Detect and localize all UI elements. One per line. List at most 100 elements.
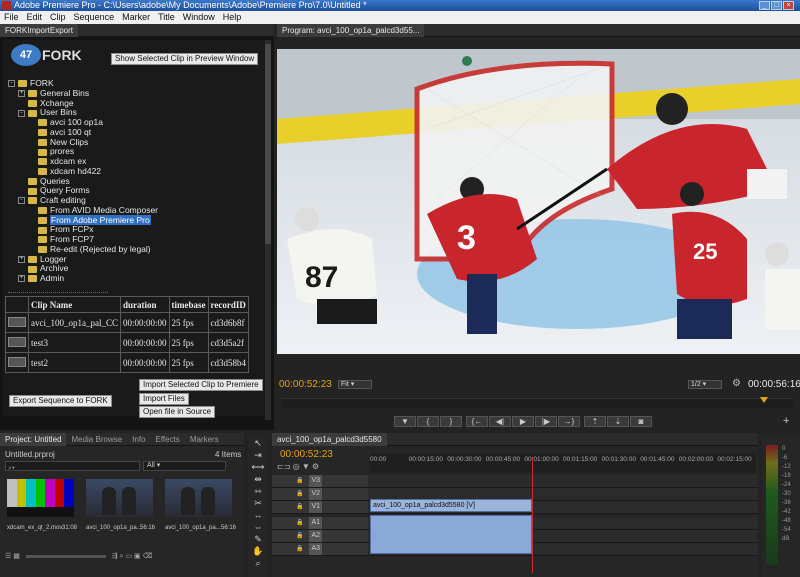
menu-marker[interactable]: Marker <box>122 12 150 22</box>
automate-icon[interactable]: ⇶ <box>112 553 118 560</box>
add-marker-timeline-icon[interactable]: ▼ <box>302 462 310 471</box>
track-label[interactable]: V3 <box>309 475 323 487</box>
table-row[interactable]: test3 00:00:00:00 25 fps cd3d5a2f <box>5 332 250 353</box>
zoom-tool-icon[interactable]: ⌕ <box>248 557 268 569</box>
track-label[interactable]: V1 <box>309 501 323 513</box>
add-button-icon[interactable]: + <box>783 415 789 427</box>
table-row[interactable]: test2 00:00:00:00 25 fps cd3d58b4 <box>5 352 250 373</box>
play-icon[interactable]: ▶ <box>512 416 534 427</box>
menu-file[interactable]: File <box>4 12 19 22</box>
selection-tool-icon[interactable]: ↖ <box>248 437 268 449</box>
fit-select[interactable]: Fit ▾ <box>338 380 372 389</box>
lock-icon[interactable]: 🔒 <box>296 478 303 484</box>
tab-program[interactable]: Program: avci_100_op1a_palcd3d55... <box>277 24 425 37</box>
menu-clip[interactable]: Clip <box>50 12 66 22</box>
rolling-edit-tool-icon[interactable]: ⇹ <box>248 473 268 485</box>
lock-icon[interactable]: 🔒 <box>296 533 303 539</box>
delete-icon[interactable]: ⌫ <box>143 553 153 560</box>
mark-out-icon[interactable]: } <box>440 416 462 427</box>
timeline-timecode[interactable]: 00:00:52:23 <box>280 449 333 460</box>
slide-tool-icon[interactable]: ⇔ <box>248 521 268 533</box>
menu-title[interactable]: Title <box>158 12 175 22</box>
expand-icon[interactable]: + <box>18 90 25 97</box>
timeline-track[interactable]: 🔒 V3 <box>272 475 758 488</box>
table-row[interactable]: avci_100_op1a_pal_CC 00:00:00:00 25 fps … <box>5 312 250 333</box>
zoom-slider[interactable] <box>25 554 106 558</box>
collapse-icon[interactable]: - <box>18 197 25 205</box>
rate-stretch-tool-icon[interactable]: ⇿ <box>248 485 268 497</box>
track-label[interactable]: A2 <box>309 530 323 542</box>
go-to-out-icon[interactable]: →} <box>558 416 580 427</box>
menu-help[interactable]: Help <box>223 12 242 22</box>
col-timebase[interactable]: timebase <box>168 296 209 313</box>
close-button[interactable]: × <box>783 1 794 10</box>
filter-select[interactable]: All ▾ <box>143 461 226 471</box>
tree-item[interactable]: avci 100 qt <box>28 127 91 137</box>
tree-item[interactable]: avci 100 op1a <box>28 117 103 127</box>
fork-scrollbar[interactable] <box>265 40 271 420</box>
tree-item[interactable]: + Logger <box>18 254 66 264</box>
clip-thumbnail-bars[interactable] <box>7 479 74 517</box>
lock-icon[interactable]: 🔒 <box>296 491 303 497</box>
tree-item[interactable]: Re-edit (Rejected by legal) <box>28 244 151 254</box>
col-duration[interactable]: duration <box>120 296 170 313</box>
tree-item[interactable]: - FORK <box>8 78 54 88</box>
ripple-edit-tool-icon[interactable]: ⟷ <box>248 461 268 473</box>
export-sequence-button[interactable]: Export Sequence to FORK <box>9 395 112 407</box>
tab-markers[interactable]: Markers <box>185 433 224 446</box>
tree-item[interactable]: From FCPx <box>28 224 93 234</box>
tree-item[interactable]: prores <box>28 146 74 156</box>
tree-item[interactable]: - User Bins <box>18 107 77 117</box>
tree-item[interactable]: From FCP7 <box>28 234 94 244</box>
tab-sequence[interactable]: avci_100_op1a_palcd3d5580 <box>272 433 387 446</box>
tab-info[interactable]: Info <box>127 433 150 446</box>
lock-icon[interactable]: 🔒 <box>296 504 303 510</box>
menu-window[interactable]: Window <box>183 12 215 22</box>
lift-icon[interactable]: ⇡ <box>584 416 606 427</box>
track-label[interactable]: V2 <box>309 488 323 500</box>
audio-clips[interactable] <box>370 515 532 554</box>
export-frame-icon[interactable]: ◙ <box>630 416 652 427</box>
timeline-playhead[interactable] <box>532 457 534 573</box>
menu-sequence[interactable]: Sequence <box>74 12 115 22</box>
import-files-button[interactable]: Import Files <box>139 393 189 405</box>
new-item-icon[interactable]: ▣ <box>134 553 141 560</box>
tab-effects[interactable]: Effects <box>151 433 185 446</box>
lock-icon[interactable]: 🔒 <box>296 546 303 552</box>
lock-icon[interactable]: 🔒 <box>296 520 303 526</box>
slip-tool-icon[interactable]: ↔ <box>248 509 268 521</box>
razor-tool-icon[interactable]: ✂ <box>248 497 268 509</box>
tree-item[interactable]: From AVID Media Composer <box>28 205 158 215</box>
project-search-input[interactable]: ⌕▾ <box>5 461 140 472</box>
show-clip-in-preview-button[interactable]: Show Selected Clip in Preview Window <box>111 53 259 65</box>
minimize-button[interactable]: _ <box>759 1 770 10</box>
tree-item[interactable]: xdcam ex <box>28 156 86 166</box>
icon-view-icon[interactable]: ▦ <box>13 553 20 560</box>
video-clip-v1[interactable]: avci_100_op1a_palcd3d5580 [V] <box>370 499 532 512</box>
expand-icon[interactable]: + <box>18 275 25 283</box>
linked-selection-icon[interactable]: ◎ <box>293 462 300 471</box>
clip-thumbnail-anchors-2[interactable] <box>165 479 232 517</box>
tree-item[interactable]: Query Forms <box>18 185 90 195</box>
hand-tool-icon[interactable]: ✋ <box>248 545 268 557</box>
tree-item[interactable]: + General Bins <box>18 88 89 98</box>
program-video-frame[interactable]: 3 87 25 <box>277 49 800 354</box>
tree-item[interactable]: New Clips <box>28 137 88 147</box>
timeline-ruler[interactable]: 00:00 00:00:15:00 00:00:30:00 00:00:45:00 00… <box>370 453 756 473</box>
program-playhead-marker[interactable] <box>760 397 768 403</box>
go-to-in-icon[interactable]: {← <box>466 416 488 427</box>
track-label[interactable]: A1 <box>309 517 323 529</box>
collapse-icon[interactable]: - <box>18 109 25 117</box>
tab-media-browser[interactable]: Media Browse <box>66 433 127 446</box>
tree-item[interactable]: From Adobe Premiere Pro <box>28 214 151 225</box>
maximize-button[interactable]: □ <box>771 1 782 10</box>
find-icon[interactable]: ⌕ <box>120 553 124 560</box>
snap-icon[interactable]: ⊏⊐ <box>277 462 290 471</box>
clip-thumbnail-anchors[interactable] <box>86 479 153 517</box>
new-bin-icon[interactable]: ▭ <box>125 553 132 560</box>
add-marker-icon[interactable]: ▼ <box>394 416 416 427</box>
wrench-icon[interactable]: ⚙ <box>732 378 741 389</box>
mark-in-icon[interactable]: { <box>417 416 439 427</box>
step-forward-icon[interactable]: |▶ <box>535 416 557 427</box>
tree-item[interactable]: Xchange <box>18 98 74 108</box>
